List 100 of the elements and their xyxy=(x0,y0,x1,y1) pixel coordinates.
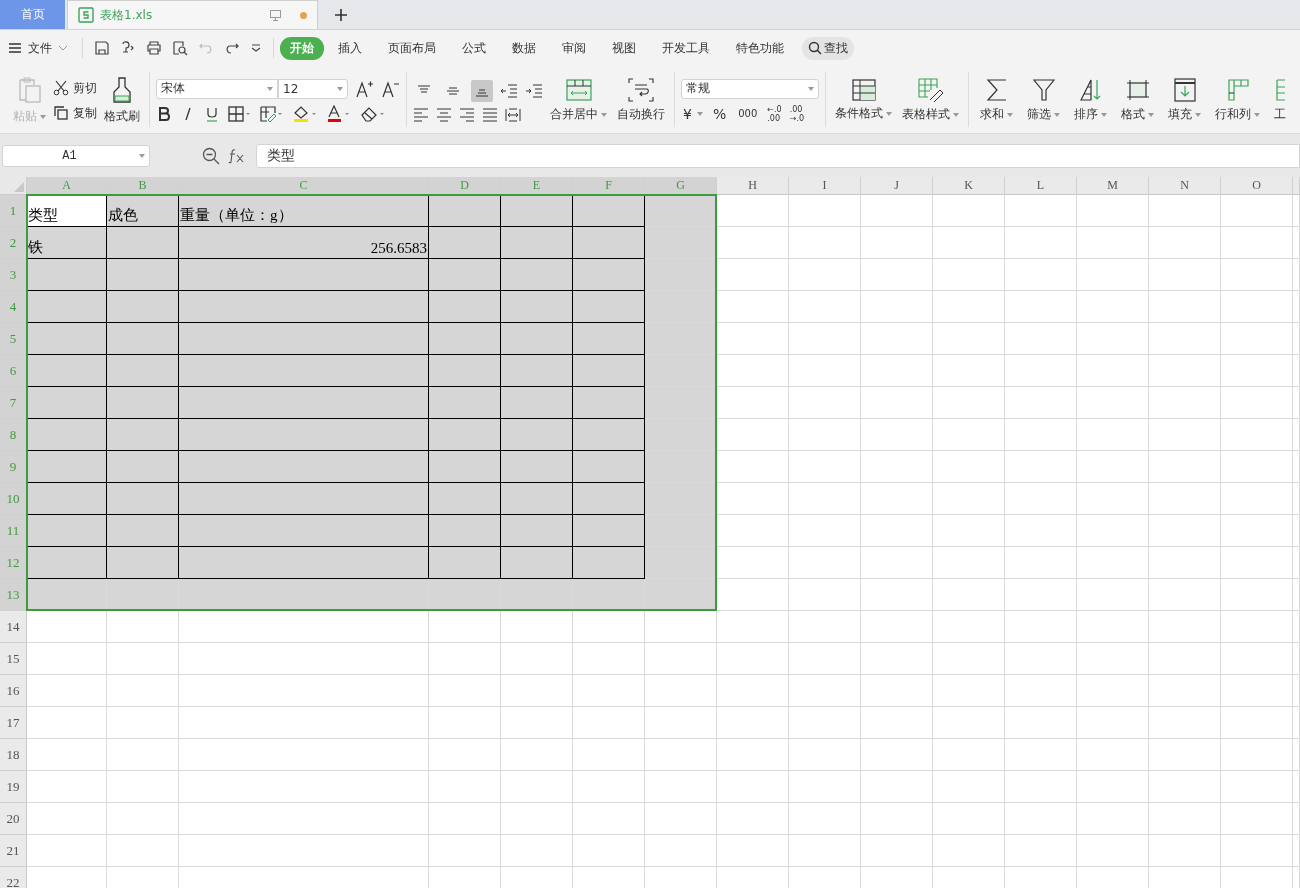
sheet-cell[interactable] xyxy=(429,227,501,259)
column-header[interactable]: J xyxy=(861,177,933,195)
sheet-cell[interactable] xyxy=(27,355,107,387)
sheet-cell[interactable] xyxy=(429,355,501,387)
row-header[interactable]: 22 xyxy=(0,867,27,888)
sheet-cell[interactable] xyxy=(573,547,645,579)
decrease-decimal-button[interactable]: .00 →.0 xyxy=(789,104,804,123)
cut-button[interactable]: 剪切 xyxy=(53,79,97,97)
save-icon[interactable] xyxy=(94,40,110,56)
sheet-cell[interactable] xyxy=(573,387,645,419)
sheet-cell[interactable] xyxy=(27,547,107,579)
sheet-cell[interactable] xyxy=(27,515,107,547)
sheet-cell[interactable] xyxy=(429,387,501,419)
monitor-icon[interactable] xyxy=(269,8,282,22)
ribbon-tab[interactable]: 审阅 xyxy=(550,36,598,60)
number-format-dropdown[interactable]: 常规 xyxy=(681,78,819,99)
sheet-cell[interactable] xyxy=(179,451,429,483)
sheet-cell[interactable] xyxy=(429,547,501,579)
sheet-cell[interactable] xyxy=(501,547,573,579)
sheet-cell[interactable] xyxy=(429,451,501,483)
column-header[interactable]: H xyxy=(717,177,789,195)
sheet-cell[interactable] xyxy=(573,515,645,547)
file-menu[interactable]: 文件 xyxy=(8,39,76,57)
bold-icon[interactable] xyxy=(156,105,172,122)
sheet-cell[interactable] xyxy=(429,195,501,227)
ribbon-tab[interactable]: 开发工具 xyxy=(650,36,722,60)
zoom-out-icon[interactable] xyxy=(202,146,220,165)
decrease-indent-icon[interactable] xyxy=(500,83,518,98)
editing-button[interactable]: 填充 xyxy=(1163,76,1206,125)
sheet-cell[interactable] xyxy=(501,483,573,515)
function-icon[interactable] xyxy=(228,147,246,164)
row-header[interactable]: 17 xyxy=(0,707,27,739)
font-size-dropdown[interactable]: 12 xyxy=(278,78,348,99)
column-header[interactable]: O xyxy=(1221,177,1293,195)
sheet-cell[interactable]: 铁 xyxy=(27,227,107,259)
sheet-cell[interactable] xyxy=(501,451,573,483)
decrease-font-size-icon[interactable] xyxy=(382,79,400,98)
sheet-cell[interactable] xyxy=(179,419,429,451)
sheet-cell[interactable] xyxy=(27,291,107,323)
sheet-cell[interactable] xyxy=(501,355,573,387)
column-header[interactable]: M xyxy=(1077,177,1149,195)
sheet-cell[interactable] xyxy=(573,355,645,387)
merge-center-button[interactable]: 合并居中 xyxy=(547,76,610,125)
sheet-cell[interactable] xyxy=(429,483,501,515)
select-all-corner[interactable] xyxy=(0,177,27,195)
ribbon-tab[interactable]: 插入 xyxy=(326,36,374,60)
sheet-cell[interactable] xyxy=(107,515,179,547)
sheet-cell[interactable] xyxy=(429,323,501,355)
column-header[interactable]: I xyxy=(789,177,861,195)
table-style-button[interactable]: 表格样式 xyxy=(899,76,962,125)
font-color-icon[interactable] xyxy=(326,104,352,123)
wrap-text-button[interactable]: 自动换行 xyxy=(614,76,668,125)
sheet-cell[interactable] xyxy=(179,515,429,547)
row-header[interactable]: 16 xyxy=(0,675,27,707)
row-header[interactable]: 21 xyxy=(0,835,27,867)
name-box[interactable]: A1 xyxy=(2,144,150,167)
vertical-align-button[interactable] xyxy=(471,79,493,102)
sheet-cell[interactable] xyxy=(27,323,107,355)
borders-icon[interactable] xyxy=(228,105,252,122)
ribbon-tab[interactable]: 特色功能 xyxy=(724,36,796,60)
column-header[interactable]: L xyxy=(1005,177,1077,195)
copy-button[interactable]: 复制 xyxy=(53,104,97,122)
fill-color-icon[interactable] xyxy=(292,104,318,123)
sheet-cell[interactable] xyxy=(107,419,179,451)
increase-font-size-icon[interactable] xyxy=(356,79,374,98)
print-icon[interactable] xyxy=(146,40,162,56)
cell-style-icon[interactable] xyxy=(260,105,284,122)
sheet-cell[interactable] xyxy=(27,259,107,291)
percent-button[interactable]: % xyxy=(710,105,729,122)
editing-button[interactable]: 筛选 xyxy=(1022,76,1065,125)
search-button[interactable]: 查找 xyxy=(802,36,854,60)
column-header[interactable]: N xyxy=(1149,177,1221,195)
sheet-cell[interactable] xyxy=(573,419,645,451)
sheet-cell[interactable] xyxy=(501,291,573,323)
sheet-cell[interactable] xyxy=(107,451,179,483)
underline-icon[interactable] xyxy=(204,105,220,122)
row-header[interactable]: 15 xyxy=(0,643,27,675)
editing-button[interactable]: 工 xyxy=(1269,76,1291,125)
distributed-align-icon[interactable] xyxy=(505,107,521,122)
editing-button[interactable]: 行和列 xyxy=(1210,76,1265,125)
ribbon-tab[interactable]: 公式 xyxy=(450,36,498,60)
sheet-cell[interactable] xyxy=(107,323,179,355)
sheet-cell[interactable] xyxy=(179,323,429,355)
sheet-cell[interactable] xyxy=(107,483,179,515)
export-icon[interactable] xyxy=(120,40,136,56)
sheet-cell[interactable] xyxy=(107,547,179,579)
sheet-cell[interactable] xyxy=(107,291,179,323)
editing-button[interactable]: 求和 xyxy=(975,76,1018,125)
row-header[interactable]: 18 xyxy=(0,739,27,771)
sheet-cell[interactable] xyxy=(573,195,645,227)
sheet-cell[interactable] xyxy=(573,323,645,355)
sheet-cell[interactable]: 成色 xyxy=(107,195,179,227)
sheet-cell[interactable]: 256.6583 xyxy=(179,227,429,259)
sheet-cell[interactable] xyxy=(107,259,179,291)
font-name-dropdown[interactable]: 宋体 xyxy=(156,78,278,99)
sheet-cell[interactable] xyxy=(27,483,107,515)
sheet-cell[interactable] xyxy=(27,419,107,451)
sheet-cell[interactable] xyxy=(179,291,429,323)
sheet-cell[interactable] xyxy=(429,259,501,291)
sheet-cell[interactable] xyxy=(573,227,645,259)
